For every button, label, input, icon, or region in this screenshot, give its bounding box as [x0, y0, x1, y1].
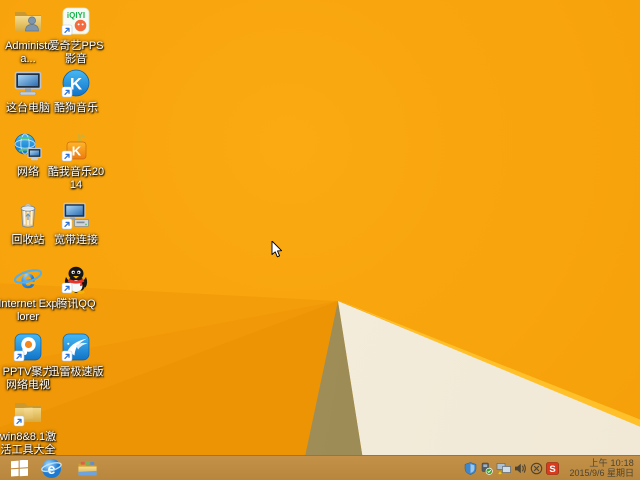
- tencent-qq-penguin-icon: [60, 263, 92, 295]
- internet-explorer-icon: e: [12, 263, 44, 295]
- dialup-network-tray-icon[interactable]: [496, 462, 512, 476]
- kugou-music-icon: K: [60, 67, 92, 99]
- disconnected-tray-icon[interactable]: [530, 462, 543, 475]
- desktop-icon-label: 酷我音乐2014: [47, 166, 105, 191]
- network-globe-icon: [12, 131, 44, 163]
- clock-date: 2015/9/6 星期日: [569, 468, 634, 478]
- user-folder-icon: [12, 5, 44, 37]
- desktop-icon-broadband[interactable]: 宽带连接: [46, 199, 106, 247]
- taskbar-internet-explorer-button[interactable]: e: [38, 456, 64, 480]
- svg-text:S: S: [549, 464, 555, 475]
- kuwo-music-icon: K: [60, 131, 92, 163]
- desktop-icon-qq[interactable]: 腾讯QQ: [46, 263, 106, 311]
- desktop-icon-kuwo[interactable]: K 酷我音乐2014: [46, 131, 106, 192]
- taskbar-file-explorer-button[interactable]: [74, 456, 100, 480]
- internet-explorer-icon: e: [40, 458, 62, 478]
- mouse-cursor: [271, 240, 283, 259]
- desktop-icon-label: 迅雷极速版: [48, 366, 104, 378]
- taskbar: e S 上午 10:18 2015/9/6 星期日: [0, 455, 640, 480]
- desktop-icon-label: 爱奇艺PPS 影音: [48, 40, 104, 65]
- svg-text:iQIYI: iQIYI: [67, 11, 85, 20]
- desktop-icon-label: 宽带连接: [54, 234, 98, 246]
- computer-icon: [12, 67, 44, 99]
- svg-text:K: K: [72, 144, 82, 159]
- desktop[interactable]: Administra... iQIYI 爱奇艺PPS 影音 这台电脑 K 酷狗音…: [0, 0, 640, 480]
- desktop-icon-label: 腾讯QQ: [56, 298, 96, 310]
- desktop-icon-kugou[interactable]: K 酷狗音乐: [46, 67, 106, 115]
- iqiyi-pps-icon: iQIYI: [60, 5, 92, 37]
- security-shield-tray-icon[interactable]: [464, 462, 477, 475]
- desktop-icon-label: 酷狗音乐: [54, 102, 98, 114]
- file-explorer-icon: [77, 460, 97, 475]
- pptv-icon: [12, 331, 44, 363]
- broadband-connection-icon: [60, 199, 92, 231]
- desktop-icon-label: 回收站: [11, 234, 45, 246]
- desktop-icon-win8-tools[interactable]: win8&8.1激活工具大全: [0, 396, 58, 457]
- desktop-icon-label: 网络: [17, 166, 39, 178]
- start-button[interactable]: [6, 456, 32, 480]
- recycle-bin-icon: [12, 199, 44, 231]
- taskbar-clock[interactable]: 上午 10:18 2015/9/6 星期日: [558, 458, 637, 478]
- clock-time: 上午 10:18: [589, 458, 634, 468]
- desktop-icon-iqiyi-pps[interactable]: iQIYI 爱奇艺PPS 影音: [46, 5, 106, 66]
- xunlei-bird-icon: [60, 331, 92, 363]
- desktop-icon-label: win8&8.1激活工具大全: [0, 431, 57, 456]
- volume-tray-icon[interactable]: [514, 462, 527, 475]
- folder-icon: [12, 396, 44, 428]
- device-safely-remove-tray-icon[interactable]: [480, 462, 493, 475]
- desktop-icon-label: 这台电脑: [6, 102, 50, 114]
- windows-logo-icon: [10, 459, 28, 477]
- desktop-icon-xunlei[interactable]: 迅雷极速版: [46, 331, 106, 379]
